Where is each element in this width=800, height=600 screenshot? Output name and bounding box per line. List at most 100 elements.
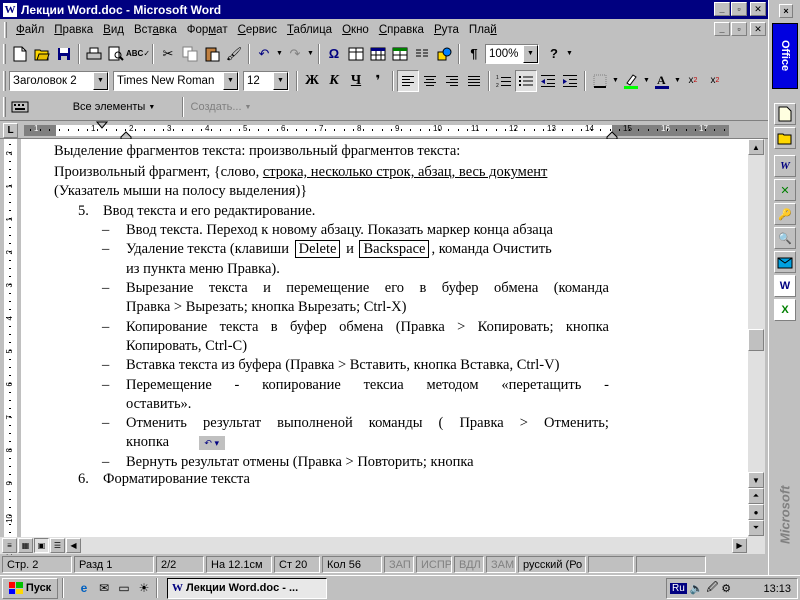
menubar-grip[interactable] bbox=[4, 21, 7, 38]
prev-page-icon[interactable]: ⏶ bbox=[748, 488, 764, 504]
key-icon[interactable]: 🔑 bbox=[774, 203, 796, 225]
redo-icon[interactable]: ↷ bbox=[284, 43, 306, 65]
outlook-icon[interactable] bbox=[774, 251, 796, 273]
open-folder-icon[interactable] bbox=[31, 43, 53, 65]
status-page[interactable]: Стр. 2 bbox=[2, 556, 72, 573]
language-indicator[interactable]: Ru bbox=[670, 583, 687, 594]
internet-explorer-icon[interactable]: e bbox=[75, 579, 93, 597]
borders-icon[interactable] bbox=[589, 70, 611, 92]
volume-icon[interactable]: 🔈 bbox=[690, 582, 704, 595]
new-document-icon[interactable] bbox=[9, 43, 31, 65]
undo-dropdown-icon[interactable]: ▼ bbox=[275, 43, 284, 65]
office-button[interactable]: Office bbox=[772, 23, 798, 89]
show-desktop-icon[interactable]: ▭ bbox=[115, 579, 133, 597]
first-line-indent-marker[interactable] bbox=[96, 121, 108, 129]
title-bar[interactable]: W Лекции Word.doc - Microsoft Word _ ▫ ✕ bbox=[0, 0, 768, 19]
menu-item-10[interactable]: Плай bbox=[464, 21, 502, 39]
doc-close-button[interactable]: ✕ bbox=[750, 22, 766, 36]
show-hide-paragraph-icon[interactable]: ¶ bbox=[463, 43, 485, 65]
menu-item-7[interactable]: Окно bbox=[337, 21, 374, 39]
all-elements-button[interactable]: Все элементы ▼ bbox=[49, 96, 179, 118]
menu-item-8[interactable]: Справка bbox=[374, 21, 429, 39]
menu-item-3[interactable]: Вставка bbox=[129, 21, 182, 39]
format-painter-icon[interactable]: 🖌 bbox=[223, 43, 245, 65]
horizontal-scrollbar[interactable]: ≡ ▦ ▣ ☰ ◀ ▶ bbox=[0, 537, 765, 554]
menu-item-2[interactable]: Вид bbox=[98, 21, 129, 39]
font-size-combo[interactable]: 12 ▼ bbox=[243, 70, 289, 91]
status-language[interactable]: русский (Ро bbox=[518, 556, 586, 573]
insert-excel-icon[interactable] bbox=[389, 43, 411, 65]
chevron-down-icon[interactable]: ▼ bbox=[93, 71, 108, 90]
highlight-dropdown-icon[interactable]: ▼ bbox=[642, 70, 651, 92]
web-view-icon[interactable]: ▦ bbox=[18, 538, 33, 553]
taskbar-word-button[interactable]: W Лекции Word.doc - ... bbox=[167, 577, 327, 599]
help-icon[interactable]: ? bbox=[543, 43, 565, 65]
drawing-icon[interactable] bbox=[433, 43, 455, 65]
toolbar-options-icon[interactable]: ▼ bbox=[565, 43, 574, 65]
outlook-express-icon[interactable]: ✉ bbox=[95, 579, 113, 597]
highlight-icon[interactable] bbox=[620, 70, 642, 92]
open-office-document-icon[interactable] bbox=[774, 127, 796, 149]
justify-icon[interactable] bbox=[463, 70, 485, 92]
excel-shortcut-icon[interactable]: ✕ bbox=[774, 179, 796, 201]
chevron-down-icon[interactable]: ▼ bbox=[273, 71, 288, 90]
menu-item-4[interactable]: Формат bbox=[182, 21, 233, 39]
save-icon[interactable] bbox=[53, 43, 75, 65]
underline-button[interactable]: Ч bbox=[345, 70, 367, 92]
font-color-icon[interactable]: A bbox=[651, 70, 673, 92]
scroll-up-icon[interactable]: ▲ bbox=[748, 139, 764, 155]
menu-item-6[interactable]: Таблица bbox=[282, 21, 337, 39]
scroll-left-icon[interactable]: ◀ bbox=[66, 538, 81, 553]
superscript-icon[interactable]: x2 bbox=[682, 70, 704, 92]
chevron-down-icon[interactable]: ▼ bbox=[223, 71, 238, 90]
align-right-icon[interactable] bbox=[441, 70, 463, 92]
minimize-button[interactable]: _ bbox=[714, 2, 730, 16]
status-track[interactable]: ИСПР bbox=[416, 556, 452, 573]
scheduler-icon[interactable]: 🖉 bbox=[707, 579, 719, 598]
vertical-scrollbar[interactable]: ▲ ▼ ⏶ ● ⏷ bbox=[748, 139, 765, 537]
tables-borders-icon[interactable] bbox=[345, 43, 367, 65]
scroll-down-icon[interactable]: ▼ bbox=[748, 472, 764, 488]
menu-item-1[interactable]: Правка bbox=[49, 21, 98, 39]
vertical-ruler[interactable]: 211234567891011 bbox=[0, 139, 21, 555]
zoom-combo[interactable]: 100% ▼ bbox=[485, 43, 539, 64]
create-button[interactable]: Создать... ▼ bbox=[187, 96, 255, 118]
new-office-document-icon[interactable] bbox=[774, 103, 796, 125]
print-preview-icon[interactable] bbox=[105, 43, 127, 65]
scroll-thumb[interactable] bbox=[748, 329, 764, 351]
undo-icon[interactable]: ↶ bbox=[253, 43, 275, 65]
columns-icon[interactable] bbox=[411, 43, 433, 65]
paste-icon[interactable] bbox=[201, 43, 223, 65]
italic-button[interactable]: К bbox=[323, 70, 345, 92]
tab-selector[interactable]: L bbox=[3, 123, 18, 138]
channels-icon[interactable]: ☀ bbox=[135, 579, 153, 597]
print-layout-icon[interactable]: ▣ bbox=[34, 538, 49, 553]
status-overtype[interactable]: ЗАМ bbox=[486, 556, 516, 573]
font-color-dropdown-icon[interactable]: ▼ bbox=[673, 70, 682, 92]
menu-item-9[interactable]: Рута bbox=[429, 21, 464, 39]
increase-indent-icon[interactable] bbox=[559, 70, 581, 92]
bullets-icon[interactable] bbox=[515, 69, 537, 92]
horizontal-ruler[interactable]: L 1 1 2 3 4 5 6 7 8 9 10 11 12 13 14 15 16 17 bbox=[0, 120, 768, 140]
status-extend[interactable]: ВДЛ bbox=[454, 556, 484, 573]
align-center-icon[interactable] bbox=[419, 70, 441, 92]
word-document-icon[interactable]: W bbox=[774, 275, 796, 297]
next-page-icon[interactable]: ⏷ bbox=[748, 520, 764, 536]
word-app-icon[interactable]: W bbox=[2, 1, 18, 18]
toolbar-grip[interactable] bbox=[3, 43, 6, 64]
excel-document-icon[interactable]: X bbox=[774, 299, 796, 321]
close-button[interactable]: ✕ bbox=[750, 2, 766, 16]
tray-tool-icon[interactable]: ⚙ bbox=[721, 582, 731, 595]
chevron-down-icon[interactable]: ▼ bbox=[523, 44, 538, 63]
decrease-indent-icon[interactable] bbox=[537, 70, 559, 92]
font-combo[interactable]: Times New Roman ▼ bbox=[113, 70, 239, 91]
doc-restore-button[interactable]: ▫ bbox=[731, 22, 747, 36]
keyboard-icon[interactable] bbox=[9, 96, 31, 118]
status-rec[interactable]: ЗАП bbox=[384, 556, 414, 573]
symbol-icon[interactable]: Ω bbox=[323, 43, 345, 65]
bold-button[interactable]: Ж bbox=[301, 70, 323, 92]
word-shortcut-icon[interactable]: W bbox=[774, 155, 796, 177]
redo-dropdown-icon[interactable]: ▼ bbox=[306, 43, 315, 65]
copy-icon[interactable] bbox=[179, 43, 201, 65]
status-spelling[interactable] bbox=[588, 556, 634, 573]
